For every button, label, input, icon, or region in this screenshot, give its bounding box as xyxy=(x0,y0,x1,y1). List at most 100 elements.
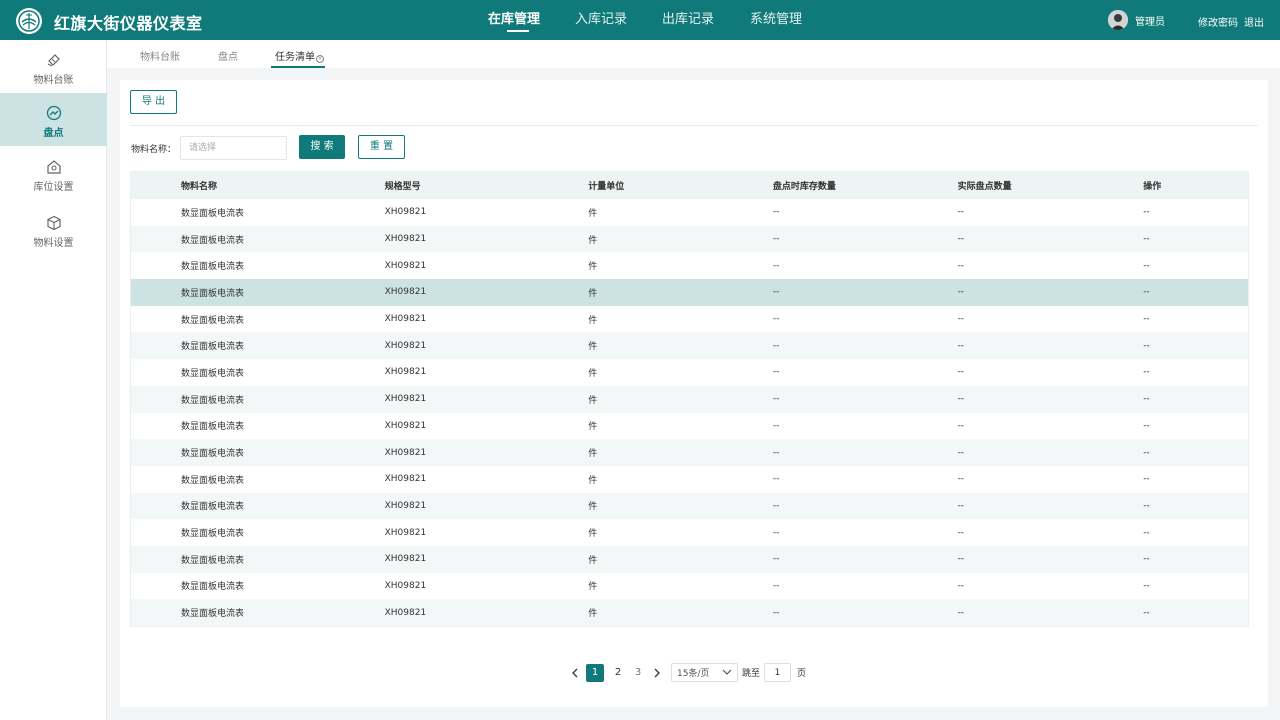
next-page-chevron-right-icon[interactable] xyxy=(652,664,662,682)
table-row[interactable]: 数显面板电流表 XH09821 件 -- -- -- xyxy=(131,332,1248,360)
cell-actual-quantity: -- xyxy=(957,260,965,271)
cube-icon xyxy=(46,215,61,231)
cell-material-name: 数显面板电流表 xyxy=(181,288,245,299)
nav-item-inventory[interactable]: 在库管理 xyxy=(488,0,548,40)
cell-unit: 件 xyxy=(588,262,598,273)
cell-spec-model: XH09821 xyxy=(384,474,427,485)
cell-material-name: 数显面板电流表 xyxy=(181,555,245,566)
active-tab-indicator xyxy=(271,66,325,68)
cell-material-name: 数显面板电流表 xyxy=(181,315,245,326)
material-name-select[interactable] xyxy=(180,136,287,160)
table-row[interactable]: 数显面板电流表 XH09821 件 -- -- -- xyxy=(131,252,1248,280)
export-button[interactable]: 导 出 xyxy=(130,90,177,114)
cell-book-quantity: -- xyxy=(772,287,780,298)
cell-material-name: 数显面板电流表 xyxy=(181,502,245,513)
cell-book-quantity: -- xyxy=(772,234,780,245)
cell-unit: 件 xyxy=(588,395,598,406)
tab-stocktaking[interactable]: 盘点 xyxy=(218,48,238,63)
change-password-link[interactable]: 修改密码 xyxy=(1198,14,1238,29)
table-row[interactable]: 数显面板电流表 XH09821 件 -- -- -- xyxy=(131,465,1248,493)
ledger-icon xyxy=(47,54,60,67)
cell-book-quantity: -- xyxy=(772,367,780,378)
table-header: 物料名称 规格型号 计量单位 盘点时库存数量 实际盘点数量 操作 xyxy=(131,172,1248,199)
cell-actions: -- xyxy=(1143,340,1150,351)
page-number[interactable]: 2 xyxy=(609,664,627,682)
cell-book-quantity: -- xyxy=(772,260,780,271)
cell-book-quantity: -- xyxy=(772,580,780,591)
cell-spec-model: XH09821 xyxy=(384,500,427,511)
table-row[interactable]: 数显面板电流表 XH09821 件 -- -- -- xyxy=(131,599,1248,626)
nav-item-inbound-records[interactable]: 入库记录 xyxy=(575,0,635,40)
cell-actual-quantity: -- xyxy=(957,340,965,351)
sidebar-item-material-ledger[interactable]: 物料台账 xyxy=(0,40,107,93)
cell-actual-quantity: -- xyxy=(957,314,965,325)
close-icon[interactable]: × xyxy=(316,55,324,63)
sidebar-item-label: 盘点 xyxy=(43,128,64,139)
logout-link[interactable]: 退出 xyxy=(1244,14,1264,29)
page-size-value: 15条/页 xyxy=(677,669,710,679)
material-name-label: 物料名称： xyxy=(131,145,177,155)
cell-actions: -- xyxy=(1143,367,1150,378)
sidebar-item-location-settings[interactable]: 库位设置 xyxy=(0,147,107,200)
avatar xyxy=(1108,10,1128,30)
cell-spec-model: XH09821 xyxy=(384,527,427,538)
page-size-select[interactable]: 15条/页 xyxy=(671,663,738,682)
jump-page-input[interactable] xyxy=(764,663,792,682)
table-row[interactable]: 数显面板电流表 XH09821 件 -- -- -- xyxy=(131,439,1248,466)
table-row[interactable]: 数显面板电流表 XH09821 件 -- -- -- xyxy=(131,305,1248,333)
table-row[interactable]: 数显面板电流表 XH09821 件 -- -- -- xyxy=(131,225,1248,253)
page-number[interactable]: 3 xyxy=(629,664,647,682)
cell-spec-model: XH09821 xyxy=(384,314,427,325)
cell-unit: 件 xyxy=(588,529,598,540)
cell-actual-quantity: -- xyxy=(957,367,965,378)
column-header-spec-model: 规格型号 xyxy=(384,182,421,192)
table-row[interactable]: 数显面板电流表 XH09821 件 -- -- -- xyxy=(131,519,1248,546)
cell-actual-quantity: -- xyxy=(957,607,965,618)
tab-task-list[interactable]: 任务清单 × xyxy=(275,48,324,63)
cell-book-quantity: -- xyxy=(772,500,780,511)
cell-unit: 件 xyxy=(588,235,598,246)
cell-actions: -- xyxy=(1143,394,1150,405)
reset-button[interactable]: 重 置 xyxy=(358,135,405,159)
cell-material-name: 数显面板电流表 xyxy=(181,395,245,406)
table-row[interactable]: 数显面板电流表 XH09821 件 -- -- -- xyxy=(131,359,1248,386)
cell-unit: 件 xyxy=(588,208,598,219)
cell-actions: -- xyxy=(1143,474,1150,485)
nav-item-system-management[interactable]: 系统管理 xyxy=(750,0,810,40)
cell-unit: 件 xyxy=(588,502,598,513)
table-row[interactable]: 数显面板电流表 XH09821 件 -- -- -- xyxy=(131,492,1248,520)
user-menu[interactable]: 管理员 xyxy=(1108,10,1165,30)
company-logo-icon xyxy=(16,8,42,34)
cell-actions: -- xyxy=(1143,500,1150,511)
cell-book-quantity: -- xyxy=(772,607,780,618)
prev-page-chevron-left-icon[interactable] xyxy=(570,664,580,682)
sidebar-item-material-settings[interactable]: 物料设置 xyxy=(0,203,107,256)
task-table: 物料名称 规格型号 计量单位 盘点时库存数量 实际盘点数量 操作 数显面板电流表… xyxy=(130,171,1249,627)
table-row[interactable]: 数显面板电流表 XH09821 件 -- -- -- xyxy=(131,279,1248,306)
column-header-material-name: 物料名称 xyxy=(181,182,218,192)
search-button[interactable]: 搜 索 xyxy=(299,135,345,159)
tab-material-ledger[interactable]: 物料台账 xyxy=(140,48,180,63)
table-row[interactable]: 数显面板电流表 XH09821 件 -- -- -- xyxy=(131,412,1248,440)
page-number[interactable]: 1 xyxy=(586,663,604,682)
cell-unit: 件 xyxy=(588,609,598,620)
table-row[interactable]: 数显面板电流表 XH09821 件 -- -- -- xyxy=(131,572,1248,600)
nav-item-outbound-records[interactable]: 出库记录 xyxy=(662,0,722,40)
cell-spec-model: XH09821 xyxy=(384,367,427,378)
cell-actual-quantity: -- xyxy=(957,234,965,245)
cell-material-name: 数显面板电流表 xyxy=(181,449,245,460)
table-row[interactable]: 数显面板电流表 XH09821 件 -- -- -- xyxy=(131,545,1248,573)
cell-actions: -- xyxy=(1143,447,1150,458)
cell-actual-quantity: -- xyxy=(957,580,965,591)
cell-actions: -- xyxy=(1143,554,1150,565)
divider xyxy=(130,125,1258,126)
table-row[interactable]: 数显面板电流表 XH09821 件 -- -- -- xyxy=(131,385,1248,413)
tab-label: 任务清单 xyxy=(275,52,315,63)
table-row[interactable]: 数显面板电流表 XH09821 件 -- -- -- xyxy=(131,199,1248,226)
user-name: 管理员 xyxy=(1135,16,1165,28)
page-suffix-label: 页 xyxy=(797,669,807,679)
cell-actual-quantity: -- xyxy=(957,287,965,298)
pagination: 1 2 3 15条/页 跳至 页 xyxy=(570,663,806,682)
sidebar-item-stocktaking[interactable]: 盘点 xyxy=(0,93,107,146)
cell-actions: -- xyxy=(1143,580,1150,591)
